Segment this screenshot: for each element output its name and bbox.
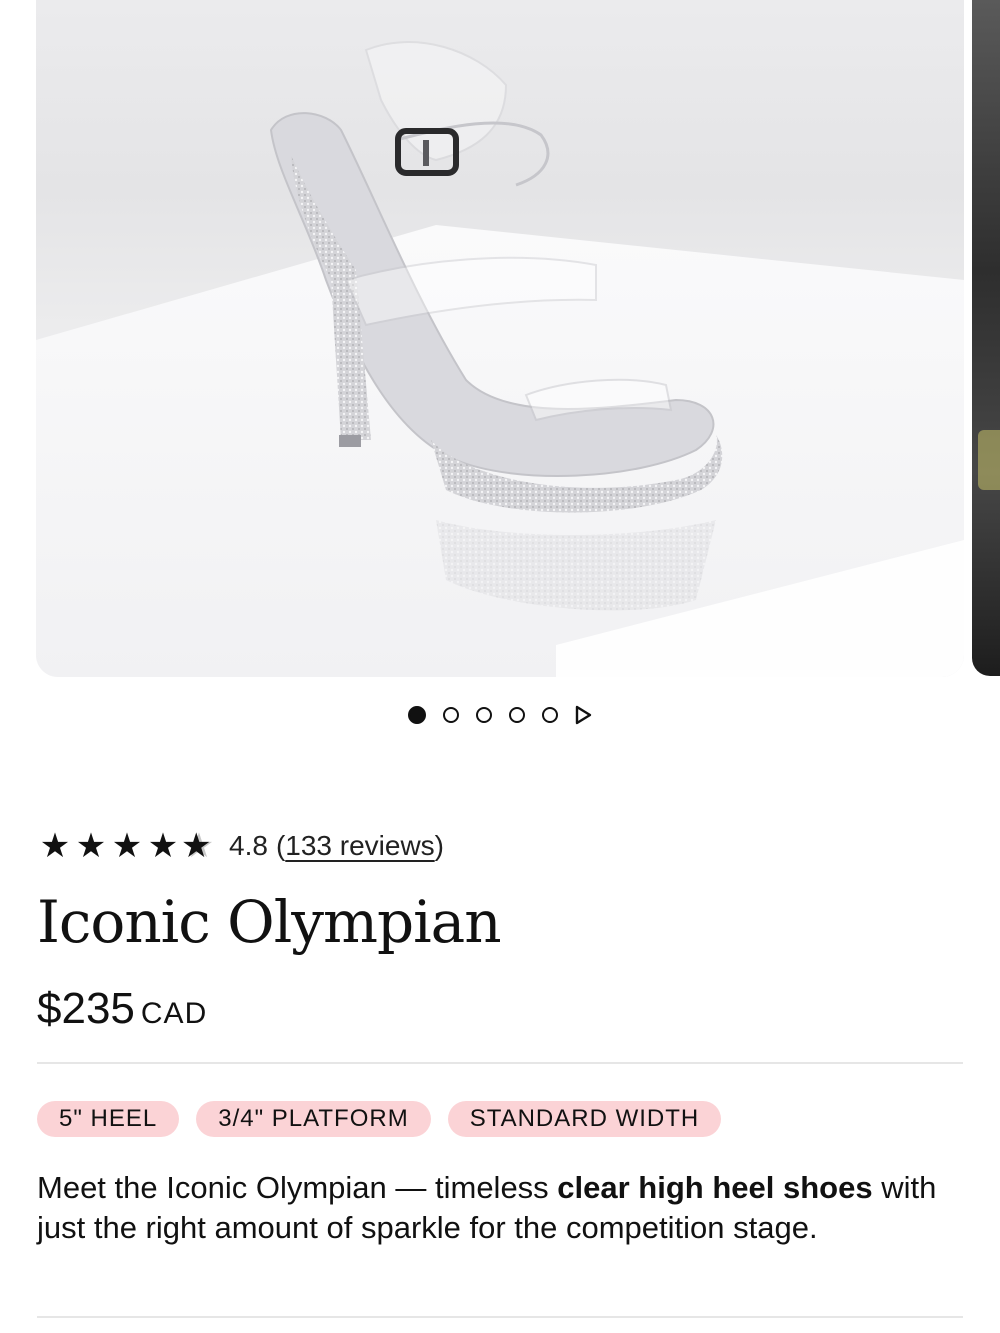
- pagination-dot-4[interactable]: [508, 707, 525, 723]
- divider: [37, 1062, 963, 1064]
- price-currency: CAD: [140, 997, 208, 1030]
- shoe-illustration: [36, 41, 964, 677]
- pagination-dot-5[interactable]: [541, 707, 558, 723]
- play-button[interactable]: [573, 705, 593, 725]
- pagination-dot-3[interactable]: [475, 707, 492, 723]
- gallery-pagination: [0, 700, 1000, 730]
- product-image[interactable]: [36, 0, 964, 677]
- star-icon: ★: [147, 826, 179, 866]
- pagination-dot-2[interactable]: [442, 707, 459, 723]
- reviews-count: (133 reviews): [276, 830, 444, 862]
- play-icon: [575, 705, 591, 725]
- product-price: $235 CAD: [37, 984, 207, 1034]
- product-rating: ★ ★ ★ ★ ★ ★ 4.8 (133 reviews): [37, 824, 444, 868]
- star-icon: ★: [75, 826, 107, 866]
- product-tags: 5" HEEL 3/4" PLATFORM STANDARD WIDTH: [37, 1101, 722, 1137]
- paren-close: ): [434, 830, 444, 861]
- star-half-icon: ★ ★: [181, 826, 215, 866]
- star-icon: ★: [111, 826, 143, 866]
- tag-platform-height: 3/4" PLATFORM: [196, 1101, 431, 1137]
- next-image-accent: [978, 430, 1000, 490]
- price-amount: $235: [37, 984, 135, 1033]
- next-product-image-peek[interactable]: [972, 0, 1000, 676]
- description-highlight: clear high heel shoes: [557, 1170, 873, 1205]
- paren-open: (: [275, 830, 286, 861]
- rating-value: 4.8: [229, 830, 268, 861]
- divider: [37, 1316, 963, 1318]
- star-rating: ★ ★ ★ ★ ★ ★: [37, 829, 217, 863]
- tag-heel-height: 5" HEEL: [37, 1101, 180, 1137]
- product-description: Meet the Iconic Olympian — timeless clea…: [37, 1168, 967, 1248]
- image-gallery[interactable]: [0, 0, 1000, 690]
- star-icon: ★: [39, 826, 71, 866]
- tag-width: STANDARD WIDTH: [447, 1101, 722, 1137]
- description-text: Meet the Iconic Olympian — timeless: [37, 1170, 558, 1205]
- product-title: Iconic Olympian: [37, 888, 502, 956]
- pagination-dot-1[interactable]: [407, 706, 426, 724]
- reviews-link[interactable]: 133 reviews: [285, 830, 434, 861]
